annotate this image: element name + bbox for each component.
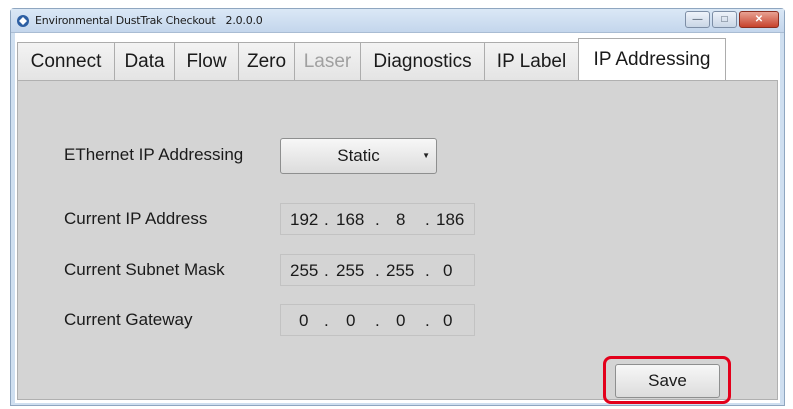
ethernet-mode-dropdown[interactable]: Static ▼ [280, 138, 437, 174]
ip-dot: . [324, 210, 329, 229]
gateway-label: Current Gateway [64, 310, 193, 329]
close-icon: ✕ [754, 13, 764, 25]
subnet-dot: . [425, 261, 430, 280]
window-controls: — □ ✕ [685, 11, 779, 28]
subnet-dot: . [375, 261, 380, 280]
subnet-dot: . [324, 261, 329, 280]
ip-dot: . [375, 210, 380, 229]
ip-octet-3[interactable]: 8 [396, 210, 405, 230]
ip-octet-2[interactable]: 168 [336, 210, 364, 230]
ethernet-mode-value: Static [337, 146, 380, 165]
subnet-octet-2[interactable]: 255 [336, 261, 364, 281]
ip-address-field[interactable]: 192 . 168 . 8 . 186 [280, 203, 475, 235]
title-bar: Environmental DustTrak Checkout 2.0.0.0 —… [11, 9, 784, 33]
tab-zero[interactable]: Zero [238, 42, 295, 80]
maximize-button[interactable]: □ [712, 11, 737, 28]
tab-data[interactable]: Data [114, 42, 175, 80]
gateway-dot: . [324, 311, 329, 330]
minimize-icon: — [692, 13, 703, 25]
subnet-mask-field[interactable]: 255 . 255 . 255 . 0 [280, 254, 475, 286]
gateway-dot: . [375, 311, 380, 330]
gateway-octet-1[interactable]: 0 [299, 311, 308, 331]
app-window: Environmental DustTrak Checkout 2.0.0.0 —… [10, 8, 785, 406]
window-title-text: Environmental DustTrak Checkout [35, 14, 216, 27]
gateway-octet-4[interactable]: 0 [443, 311, 452, 331]
gateway-octet-2[interactable]: 0 [346, 311, 355, 331]
ip-octet-4[interactable]: 186 [436, 210, 464, 230]
tab-bar: Connect Data Flow Zero Laser Diagnostics… [17, 38, 726, 80]
minimize-button[interactable]: — [685, 11, 710, 28]
client-area: Connect Data Flow Zero Laser Diagnostics… [15, 33, 780, 404]
subnet-octet-1[interactable]: 255 [290, 261, 318, 281]
ip-octet-1[interactable]: 192 [290, 210, 318, 230]
gateway-octet-3[interactable]: 0 [396, 311, 405, 331]
close-button[interactable]: ✕ [739, 11, 779, 28]
ethernet-mode-label: EThernet IP Addressing [64, 145, 244, 164]
gateway-field[interactable]: 0 . 0 . 0 . 0 [280, 304, 475, 336]
tab-laser: Laser [294, 42, 361, 80]
save-button[interactable]: Save [615, 364, 720, 398]
app-logo-icon [17, 15, 29, 27]
tab-diagnostics[interactable]: Diagnostics [360, 42, 485, 80]
window-version: 2.0.0.0 [225, 14, 263, 27]
gateway-dot: . [425, 311, 430, 330]
tab-ip-addressing[interactable]: IP Addressing [578, 38, 726, 80]
maximize-icon: □ [721, 13, 728, 25]
dropdown-arrow-icon: ▼ [422, 151, 430, 160]
window-title: Environmental DustTrak Checkout 2.0.0.0 [35, 14, 263, 27]
tab-flow[interactable]: Flow [174, 42, 239, 80]
tab-connect[interactable]: Connect [17, 42, 115, 80]
subnet-octet-3[interactable]: 255 [386, 261, 414, 281]
subnet-octet-4[interactable]: 0 [443, 261, 452, 281]
ip-addressing-panel: EThernet IP Addressing Static ▼ Current … [17, 80, 778, 404]
ip-dot: . [425, 210, 430, 229]
tab-ip-label[interactable]: IP Label [484, 42, 579, 80]
subnet-mask-label: Current Subnet Mask [64, 260, 225, 279]
ip-address-label: Current IP Address [64, 209, 208, 228]
